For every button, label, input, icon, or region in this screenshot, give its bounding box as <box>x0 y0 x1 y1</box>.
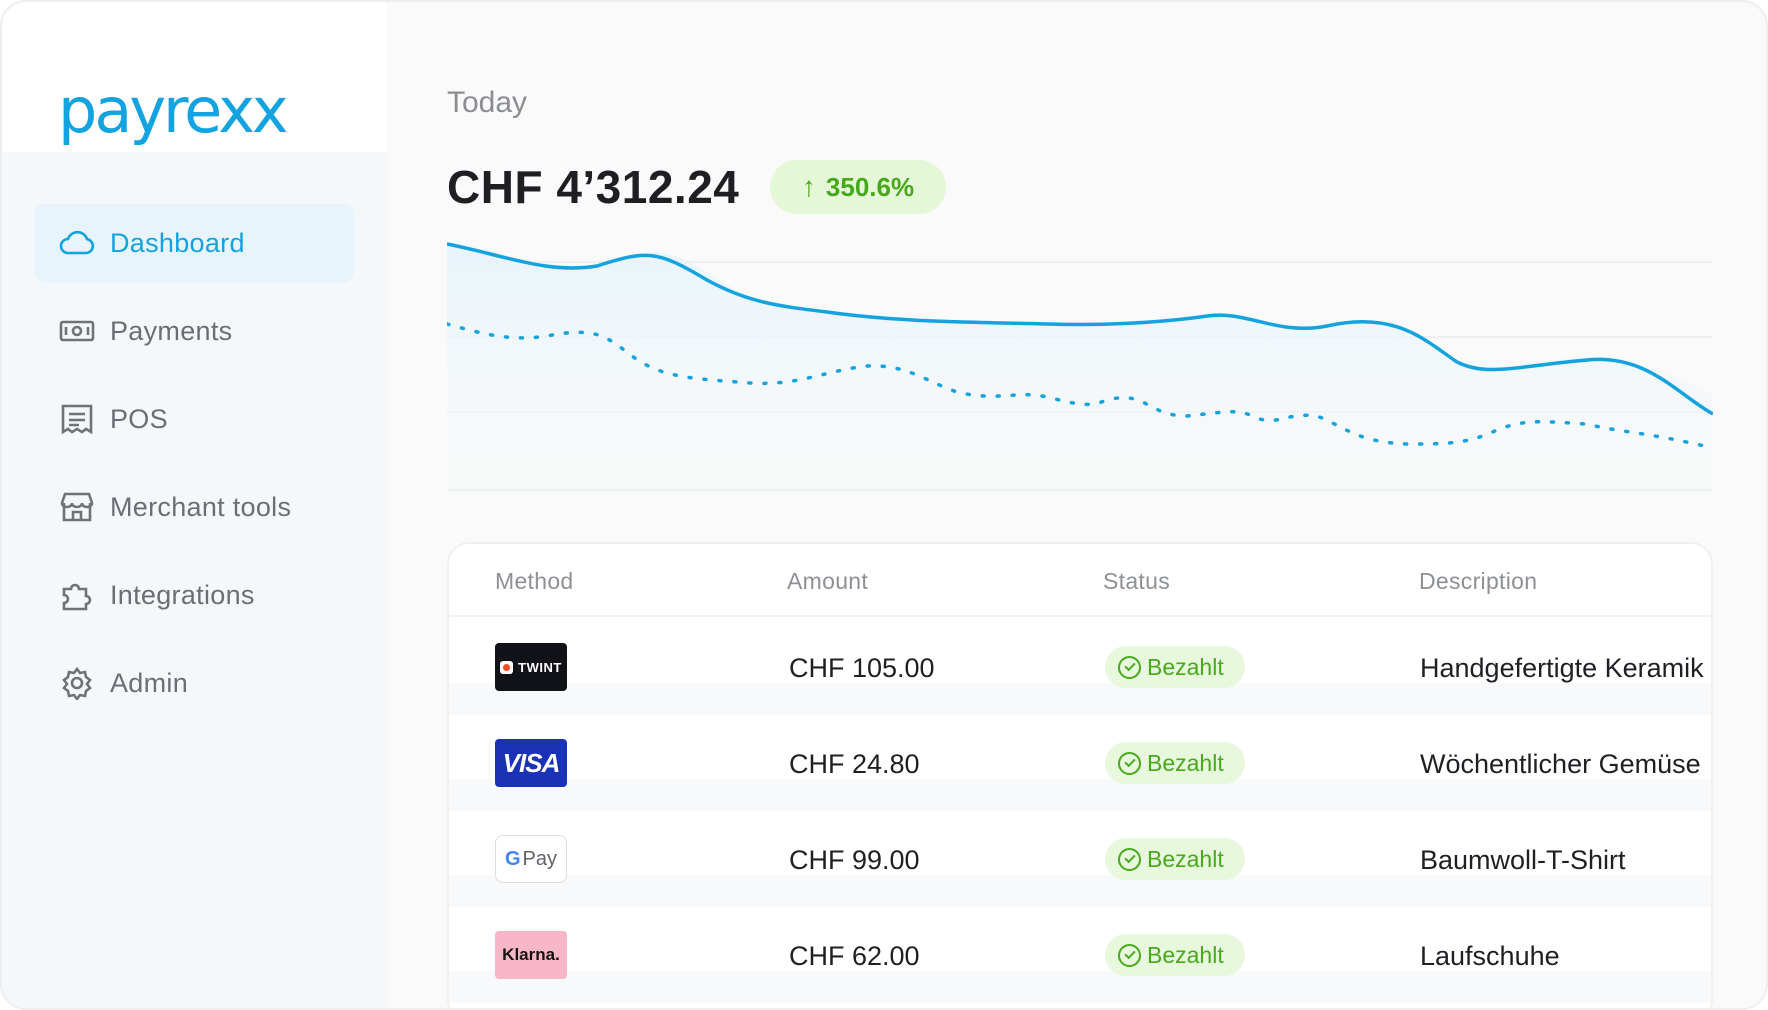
gear-icon <box>58 664 96 702</box>
amount-cell: CHF 62.00 <box>789 941 920 971</box>
description-cell: Wöchentlicher Gemüse <box>1420 749 1701 779</box>
puzzle-icon <box>58 576 96 614</box>
google-g-icon: G <box>504 847 521 870</box>
status-label: Bezahlt <box>1147 749 1224 776</box>
sidebar: payrexx Dashboard Payments POS Merchant … <box>2 2 387 1008</box>
sidebar-nav: Dashboard Payments POS Merchant tools In… <box>34 204 354 732</box>
sidebar-item-dashboard[interactable]: Dashboard <box>34 204 354 282</box>
column-header-method[interactable]: Method <box>495 568 574 595</box>
row-stripe <box>449 971 1711 1003</box>
method-name: VISA <box>502 747 561 778</box>
arrow-up-icon: ↑ <box>801 171 816 202</box>
status-badge: Bezahlt <box>1105 934 1245 976</box>
table-row[interactable]: Klarna. CHF 62.00 Bezahlt Laufschuhe <box>449 907 1711 1003</box>
delta-badge: ↑ 350.6% <box>770 160 946 214</box>
app-window: payrexx Dashboard Payments POS Merchant … <box>0 0 1768 1010</box>
check-circle-icon <box>1118 943 1141 967</box>
chart-area <box>447 242 1713 502</box>
method-name: TWINT <box>518 659 562 675</box>
receipt-icon <box>58 400 96 438</box>
amount-cell: CHF 99.00 <box>789 845 920 875</box>
transactions-table: Method Amount Status Description TWINT C… <box>447 542 1713 1008</box>
sidebar-item-payments[interactable]: Payments <box>34 292 354 370</box>
row-stripe <box>449 683 1711 715</box>
klarna-logo: Klarna. <box>495 931 567 979</box>
revenue-chart <box>447 242 1713 502</box>
visa-logo: VISA <box>495 739 567 787</box>
sidebar-item-admin[interactable]: Admin <box>34 644 354 722</box>
sidebar-item-label: Merchant tools <box>110 491 292 522</box>
table-row[interactable]: TWINT CHF 105.00 Bezahlt Handgefertigte … <box>449 619 1711 715</box>
description-cell: Handgefertigte Keramik <box>1420 653 1704 683</box>
column-header-amount[interactable]: Amount <box>787 568 868 595</box>
sidebar-item-label: POS <box>110 403 168 434</box>
sidebar-item-label: Integrations <box>110 579 255 610</box>
twint-mark-icon <box>500 660 514 674</box>
delta-value: 350.6% <box>825 171 915 202</box>
sidebar-item-label: Admin <box>110 667 189 698</box>
status-label: Bezahlt <box>1147 941 1224 968</box>
column-header-status[interactable]: Status <box>1103 568 1170 595</box>
status-badge: Bezahlt <box>1105 646 1245 688</box>
total-amount: CHF 4’312.24 <box>447 161 740 213</box>
row-stripe <box>449 779 1711 811</box>
google-pay-logo: G Pay <box>495 835 567 883</box>
table-row[interactable]: VISA CHF 24.80 Bezahlt Wöchentlicher Gem… <box>449 715 1711 811</box>
table-row[interactable]: G Pay CHF 99.00 Bezahlt Baumwoll-T-Shirt <box>449 811 1711 907</box>
check-circle-icon <box>1118 751 1141 775</box>
sidebar-item-pos[interactable]: POS <box>34 380 354 458</box>
description-cell: Baumwoll-T-Shirt <box>1420 845 1626 875</box>
status-badge: Bezahlt <box>1105 838 1245 880</box>
logo-area: payrexx <box>2 2 387 152</box>
main-content: Today CHF 4’312.24 ↑ 350.6% Method Amoun… <box>387 2 1766 1008</box>
method-name: Pay <box>522 847 558 870</box>
table-header: Method Amount Status Description <box>449 544 1711 617</box>
sidebar-item-label: Dashboard <box>110 227 245 258</box>
period-label: Today <box>447 86 528 119</box>
status-label: Bezahlt <box>1147 845 1224 872</box>
payrexx-logo[interactable]: payrexx <box>58 80 289 142</box>
store-icon <box>58 488 96 526</box>
status-badge: Bezahlt <box>1105 742 1245 784</box>
amount-cell: CHF 24.80 <box>789 749 920 779</box>
status-label: Bezahlt <box>1147 653 1224 680</box>
row-stripe <box>449 875 1711 907</box>
check-circle-icon <box>1118 655 1141 679</box>
column-header-description[interactable]: Description <box>1419 568 1537 595</box>
sidebar-item-label: Payments <box>110 315 233 346</box>
check-circle-icon <box>1118 847 1141 871</box>
description-cell: Laufschuhe <box>1420 941 1560 971</box>
amount-cell: CHF 105.00 <box>789 653 935 683</box>
cloud-icon <box>58 224 96 262</box>
sidebar-item-integrations[interactable]: Integrations <box>34 556 354 634</box>
banknote-icon <box>58 312 96 350</box>
twint-logo: TWINT <box>495 643 567 691</box>
method-name: Klarna. <box>502 945 560 964</box>
sidebar-item-merchant-tools[interactable]: Merchant tools <box>34 468 354 546</box>
